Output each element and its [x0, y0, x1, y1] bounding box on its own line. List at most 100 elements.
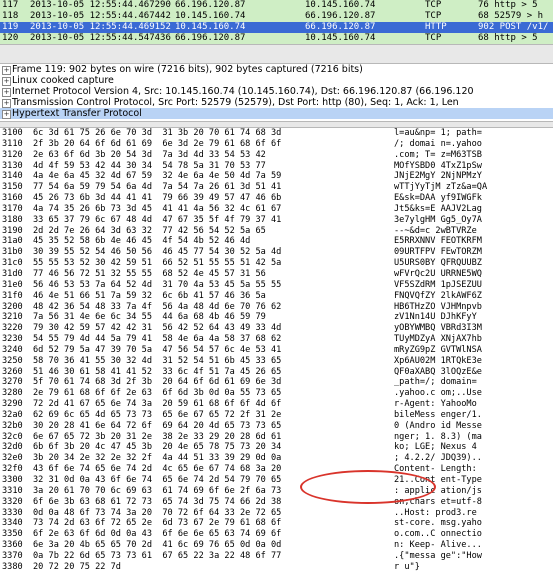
hex-offset: 31f0: [2, 290, 23, 301]
hex-bytes: 56 46 53 53 7a 64 52 4d 31 70 4a 53 45 5…: [33, 279, 282, 290]
hex-row: 3130 4d 4f 59 53 42 44 30 34 54 78 5a 31 …: [0, 161, 553, 172]
hex-row: 3320 6f 6e 3b 63 68 61 72 73 65 74 3d 75 …: [0, 497, 553, 508]
hex-ascii: VF5SZdRM 1pJSEZUU: [394, 279, 482, 290]
expand-icon[interactable]: +: [2, 88, 11, 97]
hex-row: 32d0 6b 6f 3b 20 4c 47 45 3b 20 4e 65 78 …: [0, 442, 553, 453]
hex-ascii: MOfYSBD0 4TxZ1pSw: [394, 160, 482, 171]
packet-row[interactable]: 119 2013-10-05 12:55:44.469152 10.145.160.…: [0, 22, 553, 33]
hex-bytes: 6d 52 79 5a 47 39 70 5a 47 56 54 57 6c 4…: [33, 344, 282, 355]
hex-bytes: 45 26 73 6b 3d 44 41 41 79 66 39 49 57 4…: [33, 193, 282, 204]
pane-divider[interactable]: [0, 44, 553, 64]
packet-list: 117 2013-10-05 12:55:44.467290 66.196.120.…: [0, 0, 553, 44]
packet-time: 2013-10-05 12:55:44.467442: [30, 11, 171, 21]
pane-divider-bottom[interactable]: [0, 121, 553, 128]
packet-info: 76 http > 5: [478, 0, 538, 10]
hex-row: 3270 5f 70 61 74 68 3d 2f 3b 20 64 6f 6d …: [0, 377, 553, 388]
hex-ascii: mRyZG9pZ GVTWlNSA: [394, 344, 482, 355]
hex-offset: 3230: [2, 334, 23, 345]
hex-offset: 3110: [2, 138, 23, 149]
hex-ascii: _path=/; domain=: [394, 377, 477, 388]
hex-offset: 3270: [2, 377, 23, 388]
hex-row: 31d0 77 46 56 72 51 32 55 55 68 52 4e 45 …: [0, 269, 553, 280]
packet-no: 117: [2, 0, 19, 10]
hex-bytes: 6e 3a 20 4b 65 65 70 2d 41 6c 69 76 65 0…: [33, 540, 282, 551]
hex-ascii: HB6THzZO VJHMnpvb: [394, 301, 482, 312]
packet-dst: 10.145.160.74: [305, 0, 376, 10]
packet-dst: 66.196.120.87: [305, 22, 376, 32]
hex-ascii: E&sk=DAA yf9IWGFk: [394, 193, 482, 204]
packet-proto: TCP: [425, 0, 442, 10]
hex-offset: 31a0: [2, 236, 23, 247]
hex-offset: 3160: [2, 193, 23, 204]
hex-bytes: 73 74 2d 63 6f 72 65 2e 6d 73 67 2e 79 6…: [33, 518, 282, 529]
hex-offset: 3370: [2, 550, 23, 561]
hex-bytes: 2f 3b 20 64 6f 6d 61 69 6e 3d 2e 79 61 6…: [33, 138, 282, 149]
hex-row: 3260 51 46 30 61 58 41 41 52 33 6c 4f 51 …: [0, 367, 553, 378]
hex-row: 3140 4a 4e 6a 45 32 4d 67 59 32 4e 6a 4e …: [0, 171, 553, 182]
hex-bytes: 5f 70 61 74 68 3d 2f 3b 20 64 6f 6d 61 6…: [33, 377, 282, 388]
expand-icon[interactable]: +: [2, 66, 11, 75]
hex-bytes: 6c 3d 61 75 26 6e 70 3d 31 3b 20 70 61 7…: [33, 128, 282, 138]
hex-offset: 32e0: [2, 453, 23, 464]
hex-row: 32f0 43 6f 6e 74 65 6e 74 2d 4c 65 6e 67 …: [0, 464, 553, 475]
hex-bytes: 4a 4e 6a 45 32 4d 67 59 32 4e 6a 4e 50 4…: [33, 171, 282, 182]
hex-ascii: .com; T= z=M63TSB: [394, 149, 482, 160]
hex-bytes: 51 46 30 61 58 41 41 52 33 6c 4f 51 7a 4…: [33, 366, 282, 377]
hex-ascii: /; domai n=.yahoo: [394, 138, 482, 149]
hex-row: 3200 48 42 36 54 48 33 7a 4f 56 4a 48 4d …: [0, 302, 553, 313]
packet-info: 68 http > 5: [478, 33, 538, 43]
hex-row: 3250 58 70 36 41 55 30 32 4d 31 52 54 51 …: [0, 356, 553, 367]
packet-details: + Frame 119: 902 bytes on wire (7216 bits…: [0, 64, 553, 119]
hex-offset: 31d0: [2, 268, 23, 279]
hex-bytes: 4a 74 35 26 6b 73 3d 45 41 41 4a 56 32 4…: [33, 203, 282, 214]
hex-offset: 31c0: [2, 258, 23, 269]
hex-bytes: 30 39 55 52 54 46 50 56 46 45 77 54 30 5…: [33, 247, 282, 258]
hex-row: 31a0 45 35 52 58 6b 4e 46 45 4f 54 4b 52 …: [0, 236, 553, 247]
hex-row: 3220 79 30 42 59 57 42 42 31 56 42 52 64 …: [0, 323, 553, 334]
hex-ascii: wTTjYyTjM zTz&a=QA: [394, 182, 488, 193]
detail-text: Frame 119: 902 bytes on wire (7216 bits)…: [12, 64, 363, 75]
detail-row[interactable]: + Transmission Control Protocol, Src Port…: [0, 97, 553, 108]
detail-row[interactable]: + Frame 119: 902 bytes on wire (7216 bits…: [0, 64, 553, 75]
packet-row[interactable]: 117 2013-10-05 12:55:44.467290 66.196.120.…: [0, 0, 553, 11]
hex-ascii: l=au&np= 1; path=: [394, 128, 482, 138]
hex-offset: 3130: [2, 160, 23, 171]
hex-row: 32a0 62 69 6c 65 4d 65 73 73 65 6e 67 65 …: [0, 410, 553, 421]
hex-bytes: 77 54 6a 59 79 54 6a 4d 7a 54 7a 26 61 3…: [33, 182, 282, 193]
hex-bytes: 0a 7b 22 6d 65 73 73 61 67 65 22 3a 22 4…: [33, 550, 282, 561]
hex-offset: 3100: [2, 128, 23, 138]
packet-row[interactable]: 120 2013-10-05 12:55:44.547436 66.196.120.…: [0, 33, 553, 44]
hex-ascii: TUyMDZyA XNjAX7hb: [394, 334, 482, 345]
detail-row[interactable]: + Internet Protocol Version 4, Src: 10.14…: [0, 86, 553, 97]
hex-row: 3120 2e 63 6f 6d 3b 20 54 3d 7a 3d 4d 33 …: [0, 150, 553, 161]
hex-row: 3240 6d 52 79 5a 47 39 70 5a 47 56 54 57 …: [0, 345, 553, 356]
packet-src: 66.196.120.87: [175, 33, 246, 43]
packet-time: 2013-10-05 12:55:44.469152: [30, 22, 171, 32]
hex-bytes: 6f 2e 63 6f 6d 0d 0a 43 6f 6e 6e 65 63 7…: [33, 529, 282, 540]
hex-ascii: 09URTFPV FEwTORZM: [394, 247, 482, 258]
packet-dst: 66.196.120.87: [305, 11, 376, 21]
hex-offset: 3250: [2, 355, 23, 366]
packet-row[interactable]: 118 2013-10-05 12:55:44.467442 10.145.160.…: [0, 11, 553, 22]
expand-icon[interactable]: +: [2, 99, 11, 108]
hex-offset: 3310: [2, 485, 23, 496]
hex-bytes: 43 6f 6e 74 65 6e 74 2d 4c 65 6e 67 74 6…: [33, 464, 282, 475]
hex-dump: 3100 6c 3d 61 75 26 6e 70 3d 31 3b 20 70 …: [0, 128, 553, 573]
expand-icon[interactable]: +: [2, 110, 11, 119]
detail-row[interactable]: + Hypertext Transfer Protocol: [0, 108, 553, 119]
hex-ascii: Jt5&ks=E AAJV2Lag: [394, 203, 482, 214]
hex-offset: 32d0: [2, 442, 23, 453]
detail-row[interactable]: + Linux cooked capture: [0, 75, 553, 86]
hex-offset: 32a0: [2, 409, 23, 420]
packet-src: 10.145.160.74: [175, 22, 246, 32]
hex-row: 3150 77 54 6a 59 79 54 6a 4d 7a 54 7a 26 …: [0, 182, 553, 193]
hex-offset: 3290: [2, 399, 23, 410]
hex-ascii: r-Agent: YahooMo: [394, 399, 477, 410]
expand-icon[interactable]: +: [2, 77, 11, 86]
hex-row: 32e0 3b 20 34 2e 32 2e 32 2f 4a 44 51 33 …: [0, 453, 553, 464]
hex-row: 31b0 30 39 55 52 54 46 50 56 46 45 77 54 …: [0, 247, 553, 258]
hex-ascii: FNQVQfZY 2lkAWF6Z: [394, 290, 482, 301]
hex-ascii: .{"messa ge":"How: [394, 550, 482, 561]
hex-row: 3170 4a 74 35 26 6b 73 3d 45 41 41 4a 56 …: [0, 204, 553, 215]
hex-offset: 3150: [2, 182, 23, 193]
